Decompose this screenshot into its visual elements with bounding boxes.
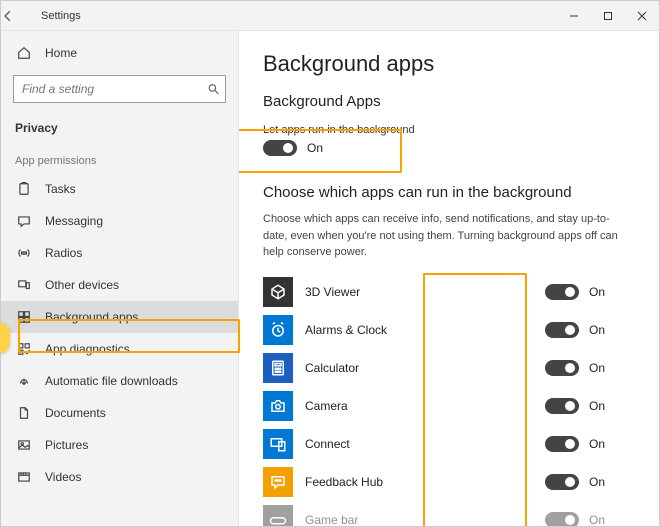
app-row-connect: Connect On: [263, 425, 635, 463]
app-row-alarms: Alarms & Clock On: [263, 311, 635, 349]
app-row-feedback: Feedback Hub On: [263, 463, 635, 501]
sidebar-item-label: Other devices: [45, 278, 119, 292]
window-title: Settings: [37, 10, 81, 22]
app-icon-3d-viewer: [263, 277, 293, 307]
app-label: Alarms & Clock: [305, 323, 545, 337]
app-row-3d-viewer: 3D Viewer On: [263, 273, 635, 311]
sidebar-item-label: Background apps: [45, 310, 138, 324]
app-toggle-alarms[interactable]: [545, 322, 579, 338]
sidebar-item-label: Automatic file downloads: [45, 374, 178, 388]
sidebar-group-label: App permissions: [1, 141, 238, 173]
master-toggle[interactable]: [263, 140, 297, 156]
home-icon: [15, 44, 33, 62]
app-toggle-game-bar[interactable]: [545, 512, 579, 527]
close-button[interactable]: [625, 1, 659, 31]
master-toggle-state: On: [307, 141, 323, 155]
app-icon-camera: [263, 391, 293, 421]
sidebar-item-other-devices[interactable]: Other devices: [1, 269, 238, 301]
download-icon: [15, 372, 33, 390]
main-panel: Background apps Background Apps Let apps…: [239, 31, 659, 526]
section2-title: Choose which apps can run in the backgro…: [263, 184, 635, 201]
documents-icon: [15, 404, 33, 422]
app-toggle-state: On: [589, 513, 605, 527]
master-toggle-box: Let apps run in the background On: [263, 120, 423, 162]
diagnostics-icon: [15, 340, 33, 358]
sidebar-item-videos[interactable]: Videos: [1, 461, 238, 493]
sidebar-item-app-diagnostics[interactable]: App diagnostics: [1, 333, 238, 365]
sidebar-item-documents[interactable]: Documents: [1, 397, 238, 429]
app-toggle-state: On: [589, 285, 605, 299]
search-input[interactable]: [13, 75, 226, 103]
sidebar-home-label: Home: [45, 46, 77, 60]
section-title: Background Apps: [263, 93, 635, 110]
minimize-button[interactable]: [557, 1, 591, 31]
sidebar-item-background-apps[interactable]: Background apps: [1, 301, 238, 333]
app-row-camera: Camera On: [263, 387, 635, 425]
sidebar-item-label: App diagnostics: [45, 342, 130, 356]
pictures-icon: [15, 436, 33, 454]
search-icon: [207, 83, 220, 96]
sidebar-item-label: Videos: [45, 470, 81, 484]
app-label: Game bar: [305, 513, 545, 527]
app-label: Calculator: [305, 361, 545, 375]
app-row-calculator: Calculator On: [263, 349, 635, 387]
app-toggle-3d-viewer[interactable]: [545, 284, 579, 300]
videos-icon: [15, 468, 33, 486]
maximize-button[interactable]: [591, 1, 625, 31]
sidebar-item-label: Radios: [45, 246, 82, 260]
search-wrap: [13, 75, 226, 103]
tasks-icon: [15, 180, 33, 198]
app-toggle-state: On: [589, 475, 605, 489]
app-row-game-bar: Game bar On: [263, 501, 635, 527]
back-button[interactable]: [1, 9, 37, 23]
app-icon-feedback: [263, 467, 293, 497]
section2-description: Choose which apps can receive info, send…: [263, 211, 623, 261]
app-toggle-camera[interactable]: [545, 398, 579, 414]
app-list: 3D Viewer On Alarms & Clock On: [263, 273, 635, 527]
radios-icon: [15, 244, 33, 262]
sidebar-item-tasks[interactable]: Tasks: [1, 173, 238, 205]
settings-window: Settings Home Pr: [0, 0, 660, 527]
app-toggle-connect[interactable]: [545, 436, 579, 452]
app-toggle-state: On: [589, 323, 605, 337]
page-title: Background apps: [263, 51, 635, 77]
sidebar-item-radios[interactable]: Radios: [1, 237, 238, 269]
sidebar-section-title: Privacy: [1, 113, 238, 141]
app-toggle-feedback[interactable]: [545, 474, 579, 490]
sidebar-item-label: Documents: [45, 406, 106, 420]
app-icon-calculator: [263, 353, 293, 383]
app-label: Connect: [305, 437, 545, 451]
app-label: 3D Viewer: [305, 285, 545, 299]
app-toggle-state: On: [589, 361, 605, 375]
sidebar-item-pictures[interactable]: Pictures: [1, 429, 238, 461]
app-toggle-state: On: [589, 399, 605, 413]
sidebar: Home Privacy App permissions Tasks: [1, 31, 239, 526]
messaging-icon: [15, 212, 33, 230]
app-icon-alarms: [263, 315, 293, 345]
devices-icon: [15, 276, 33, 294]
app-icon-game-bar: [263, 505, 293, 527]
sidebar-item-label: Tasks: [45, 182, 76, 196]
app-toggle-state: On: [589, 437, 605, 451]
master-toggle-label: Let apps run in the background: [263, 124, 415, 136]
app-label: Camera: [305, 399, 545, 413]
background-apps-icon: [15, 308, 33, 326]
sidebar-home[interactable]: Home: [1, 37, 238, 69]
sidebar-item-auto-downloads[interactable]: Automatic file downloads: [1, 365, 238, 397]
sidebar-item-messaging[interactable]: Messaging: [1, 205, 238, 237]
sidebar-item-label: Pictures: [45, 438, 88, 452]
sidebar-item-label: Messaging: [45, 214, 103, 228]
app-label: Feedback Hub: [305, 475, 545, 489]
app-toggle-calculator[interactable]: [545, 360, 579, 376]
titlebar: Settings: [1, 1, 659, 31]
app-icon-connect: [263, 429, 293, 459]
